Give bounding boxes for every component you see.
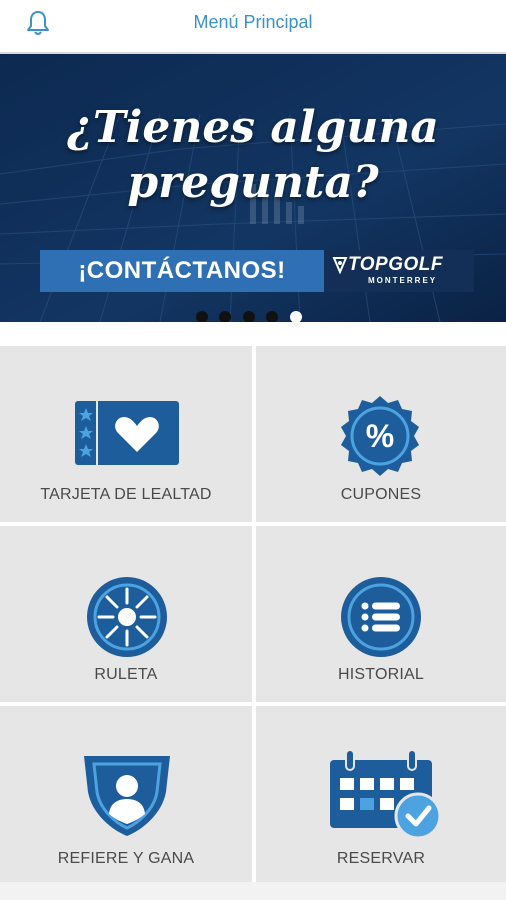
list-icon <box>341 577 421 657</box>
menu-item-coupons[interactable]: % CUPONES <box>256 346 506 522</box>
carousel-dot-3[interactable] <box>242 311 255 322</box>
calendar-check-icon <box>330 749 442 840</box>
menu-item-label: HISTORIAL <box>338 666 424 683</box>
menu-item-loyalty-card[interactable]: TARJETA DE LEALTAD <box>0 346 252 522</box>
page-title: Menú Principal <box>193 12 313 32</box>
banner-headline-line1: ¿Tienes alguna <box>67 102 439 153</box>
carousel-dot-5[interactable] <box>289 311 302 322</box>
carousel-dot-2[interactable] <box>219 311 232 322</box>
brand-name: TOPGOLF <box>348 254 443 275</box>
carousel-dot-4[interactable] <box>266 311 279 322</box>
topgolf-logo-icon <box>332 257 348 274</box>
referral-shield-icon <box>84 756 170 836</box>
contact-button[interactable]: ¡CONTÁCTANOS! <box>40 250 324 292</box>
menu-item-label: REFIERE Y GANA <box>57 850 195 867</box>
brand-location: MONTERREY <box>368 276 438 285</box>
carousel-dot-1[interactable] <box>196 311 208 322</box>
menu-item-history[interactable]: HISTORIAL <box>256 526 506 702</box>
menu-item-label: CUPONES <box>340 486 422 503</box>
menu-item-label: TARJETA DE LEALTAD <box>40 486 212 503</box>
banner-headline-line2: pregunta? <box>127 157 379 208</box>
menu-item-roulette[interactable]: RULETA <box>0 526 252 702</box>
menu-item-referral[interactable]: REFIERE Y GANA <box>0 706 252 882</box>
menu-item-label: RESERVAR <box>336 850 426 867</box>
bottom-edge <box>0 882 506 900</box>
roulette-icon <box>87 577 167 657</box>
percent-badge-icon: % <box>341 396 419 476</box>
header: Menú Principal <box>0 0 506 54</box>
brand-logo: TOPGOLF MONTERREY <box>324 250 474 292</box>
main-menu-grid: TARJETA DE LEALTAD % CUPONES RULETA HIST… <box>0 322 506 882</box>
menu-item-reserve[interactable]: RESERVAR <box>256 706 506 882</box>
svg-text:%: % <box>366 418 394 454</box>
promo-banner[interactable]: ¿Tienes alguna pregunta? ¡CONTÁCTANOS! T… <box>0 54 506 322</box>
menu-item-label: RULETA <box>94 666 158 683</box>
loyalty-card-icon <box>75 401 179 465</box>
carousel-indicators <box>196 311 309 322</box>
